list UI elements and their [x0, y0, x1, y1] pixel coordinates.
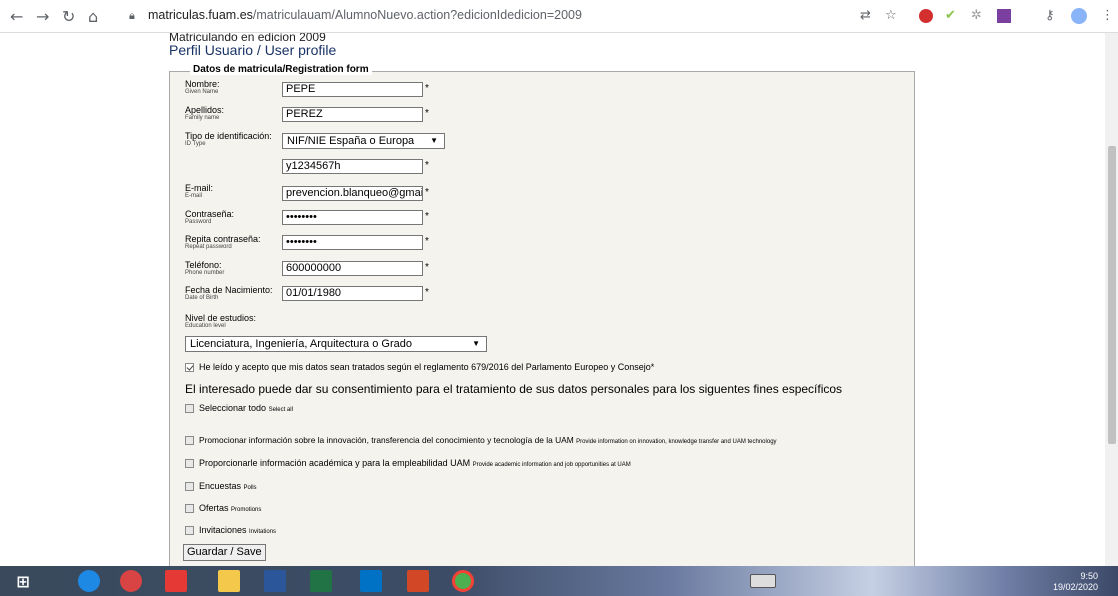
home-icon[interactable]: ⌂ [88, 7, 98, 26]
option-label: Promocionar información sobre la innovac… [199, 435, 777, 445]
lock-icon[interactable]: 🔒︎ [129, 9, 135, 23]
option-label: Proporcionarle información académica y p… [199, 458, 631, 468]
required-mark: * [425, 211, 429, 222]
apellidos-input[interactable]: PEREZ [282, 107, 423, 122]
acrobat-icon[interactable] [165, 569, 187, 593]
system-clock[interactable]: 9:50 19/02/2020 [1053, 571, 1098, 593]
page-scrollbar[interactable] [1105, 33, 1118, 566]
snipping-tool-icon[interactable] [120, 569, 142, 593]
clock-date: 19/02/2020 [1052, 582, 1098, 592]
page-title: Perfil Usuario / User profile [169, 42, 337, 58]
required-mark: * [425, 160, 429, 171]
id-number-input[interactable]: y1234567h [282, 159, 423, 174]
windows-start-icon[interactable]: ⊞ [10, 569, 36, 593]
adblock-icon[interactable] [919, 9, 933, 23]
save-button[interactable]: Guardar / Save [183, 544, 266, 561]
profile-avatar[interactable] [1071, 8, 1087, 24]
select-all-checkbox[interactable] [185, 404, 194, 413]
dropdown-arrow-icon: ▼ [430, 136, 438, 145]
powerpoint-icon[interactable] [407, 569, 429, 593]
form-legend: Datos de matricula/Registration form [190, 64, 372, 75]
required-mark: * [425, 287, 429, 298]
clock-time: 9:50 [1080, 571, 1098, 581]
required-mark: * [425, 83, 429, 94]
label-telefono: Teléfono: Phone number [185, 260, 225, 277]
excel-icon[interactable] [310, 569, 332, 593]
innovation-checkbox[interactable] [185, 436, 194, 445]
extension-icon[interactable]: ✲ [971, 8, 982, 23]
option-label: Encuestas Polls [199, 481, 257, 491]
internet-explorer-icon[interactable] [78, 569, 100, 593]
email-input[interactable]: prevencion.blanqueo@gmail [282, 186, 423, 201]
required-mark: * [425, 262, 429, 273]
polls-checkbox[interactable] [185, 482, 194, 491]
menu-icon[interactable]: ⋮ [1101, 8, 1114, 23]
label-email: E-mail: E-mail [185, 183, 214, 200]
birthdate-input[interactable]: 01/01/1980 [282, 286, 423, 301]
outlook-icon[interactable] [360, 569, 382, 593]
label-repeat-password: Repita contraseña: Repeat password [185, 234, 261, 251]
label-password: Contraseña: Password [185, 209, 235, 226]
label-nombre: Nombre: Given Name [185, 79, 220, 96]
page-content: Matriculando en edicion 2009 Perfil Usua… [0, 33, 1104, 566]
required-mark: * [425, 187, 429, 198]
onenote-icon[interactable] [997, 9, 1011, 23]
chrome-icon[interactable] [452, 569, 474, 593]
scrollbar-thumb[interactable] [1108, 146, 1116, 444]
education-value: Licenciatura, Ingeniería, Arquitectura o… [190, 338, 412, 350]
label-education: Nivel de estudios: Education level [185, 313, 257, 330]
privacy-check-label: He leído y acepto que mis datos sean tra… [199, 362, 655, 372]
browser-toolbar: ← → ↻ ⌂ 🔒︎ matriculas.fuam.es/matriculau… [0, 0, 1118, 33]
id-type-select[interactable]: NIF/NIE España o Europa ▼ [282, 133, 445, 149]
registration-fieldset [169, 71, 915, 566]
invitations-checkbox[interactable] [185, 526, 194, 535]
password-input[interactable]: •••••••• [282, 210, 423, 225]
privacy-checkbox[interactable] [185, 363, 194, 372]
windows-taskbar: ⊞ 9:50 19/02/2020 [0, 566, 1118, 596]
reload-icon[interactable]: ↻ [62, 7, 75, 26]
option-label: Seleccionar todo Select all [199, 403, 293, 413]
id-type-value: NIF/NIE España o Europa [287, 135, 415, 147]
file-explorer-icon[interactable] [218, 569, 240, 593]
bookmark-star-icon[interactable]: ☆ [885, 8, 897, 23]
back-icon[interactable]: ← [10, 7, 23, 26]
forward-icon[interactable]: → [36, 7, 49, 26]
translate-icon[interactable]: ⇄ [860, 8, 871, 23]
required-mark: * [425, 236, 429, 247]
label-tipo-id: Tipo de identificación: ID Type [185, 131, 272, 148]
nombre-input[interactable]: PEPE [282, 82, 423, 97]
phone-input[interactable]: 600000000 [282, 261, 423, 276]
url-host: matriculas.fuam.es [148, 8, 253, 22]
promotions-checkbox[interactable] [185, 504, 194, 513]
dropdown-arrow-icon: ▼ [472, 339, 480, 348]
address-bar[interactable]: matriculas.fuam.es/matriculauam/AlumnoNu… [148, 8, 582, 22]
key-icon[interactable]: ⚷ [1045, 8, 1055, 23]
option-label: Ofertas Promotions [199, 503, 262, 513]
label-birthdate: Fecha de Nacimiento: Date of Birth [185, 285, 273, 302]
required-mark: * [425, 108, 429, 119]
repeat-password-input[interactable]: •••••••• [282, 235, 423, 250]
label-apellidos: Apellidos: Family name [185, 105, 225, 122]
academic-info-checkbox[interactable] [185, 459, 194, 468]
extension-check-icon[interactable]: ✔ [945, 8, 956, 23]
education-select[interactable]: Licenciatura, Ingeniería, Arquitectura o… [185, 336, 487, 352]
option-label: Invitaciones Invitations [199, 525, 277, 535]
url-path: /matriculauam/AlumnoNuevo.action?edicion… [252, 8, 582, 22]
consent-text: El interesado puede dar su consentimient… [185, 382, 843, 396]
word-icon[interactable] [264, 569, 286, 593]
keyboard-icon[interactable] [750, 569, 776, 593]
